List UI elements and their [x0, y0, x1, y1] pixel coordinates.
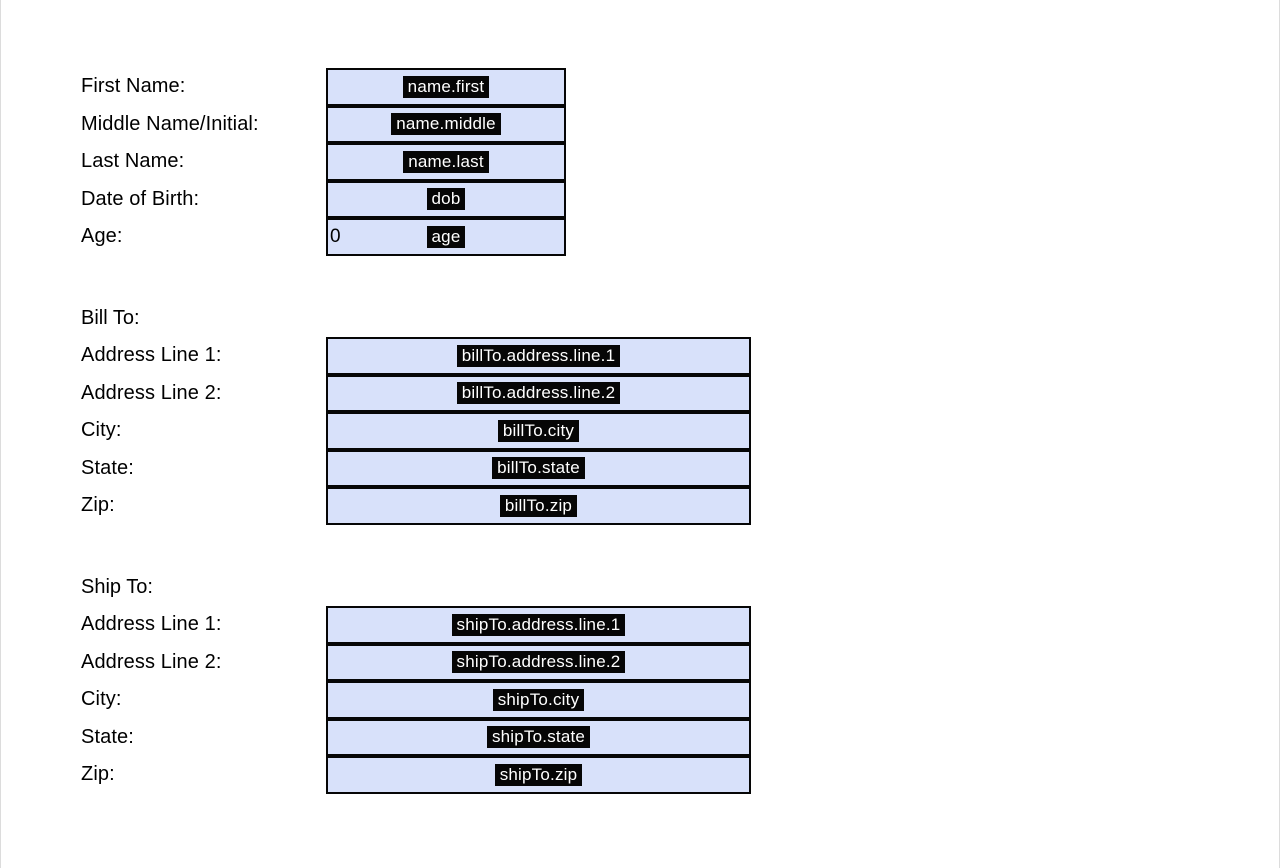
binding-dob: dob — [427, 188, 466, 210]
row-billto-line2: Address Line 2: billTo.address.line.2 — [81, 375, 1279, 413]
field-last-name[interactable]: name.last — [326, 143, 566, 181]
label-billto-line2: Address Line 2: — [81, 382, 326, 405]
field-dob[interactable]: dob — [326, 181, 566, 219]
label-billto-city: City: — [81, 419, 326, 442]
binding-billto-zip: billTo.zip — [500, 495, 577, 517]
row-shipto-line2: Address Line 2: shipTo.address.line.2 — [81, 644, 1279, 682]
label-middle-name: Middle Name/Initial: — [81, 113, 326, 136]
binding-billto-line2: billTo.address.line.2 — [457, 382, 621, 404]
row-dob: Date of Birth: dob — [81, 181, 1279, 219]
row-shipto-zip: Zip: shipTo.zip — [81, 756, 1279, 794]
label-first-name: First Name: — [81, 75, 326, 98]
bill-to-title: Bill To: — [81, 300, 1279, 338]
label-shipto-city: City: — [81, 688, 326, 711]
row-billto-city: City: billTo.city — [81, 412, 1279, 450]
binding-shipto-line2: shipTo.address.line.2 — [452, 651, 626, 673]
binding-age: age — [427, 226, 466, 248]
label-billto-state: State: — [81, 457, 326, 480]
row-billto-zip: Zip: billTo.zip — [81, 487, 1279, 525]
field-billto-zip[interactable]: billTo.zip — [326, 487, 751, 525]
field-billto-line1[interactable]: billTo.address.line.1 — [326, 337, 751, 375]
label-age: Age: — [81, 225, 326, 248]
ship-to-title: Ship To: — [81, 569, 1279, 607]
field-shipto-city[interactable]: shipTo.city — [326, 681, 751, 719]
field-shipto-state[interactable]: shipTo.state — [326, 719, 751, 757]
field-first-name[interactable]: name.first — [326, 68, 566, 106]
field-shipto-line1[interactable]: shipTo.address.line.1 — [326, 606, 751, 644]
label-shipto-line1: Address Line 1: — [81, 613, 326, 636]
binding-shipto-state: shipTo.state — [487, 726, 590, 748]
label-last-name: Last Name: — [81, 150, 326, 173]
ship-to-block: Ship To: Address Line 1: shipTo.address.… — [81, 569, 1279, 794]
binding-shipto-zip: shipTo.zip — [495, 764, 583, 786]
bill-to-block: Bill To: Address Line 1: billTo.address.… — [81, 300, 1279, 525]
row-shipto-city: City: shipTo.city — [81, 681, 1279, 719]
label-shipto-zip: Zip: — [81, 763, 326, 786]
row-middle-name: Middle Name/Initial: name.middle — [81, 106, 1279, 144]
binding-shipto-line1: shipTo.address.line.1 — [452, 614, 626, 636]
label-shipto-line2: Address Line 2: — [81, 651, 326, 674]
row-shipto-line1: Address Line 1: shipTo.address.line.1 — [81, 606, 1279, 644]
field-shipto-zip[interactable]: shipTo.zip — [326, 756, 751, 794]
age-default-value: 0 — [330, 226, 341, 248]
binding-last-name: name.last — [403, 151, 489, 173]
row-last-name: Last Name: name.last — [81, 143, 1279, 181]
binding-shipto-city: shipTo.city — [493, 689, 585, 711]
person-block: First Name: name.first Middle Name/Initi… — [81, 68, 1279, 256]
label-billto-zip: Zip: — [81, 494, 326, 517]
binding-billto-city: billTo.city — [498, 420, 579, 442]
row-first-name: First Name: name.first — [81, 68, 1279, 106]
form-template-page: First Name: name.first Middle Name/Initi… — [0, 0, 1280, 868]
label-billto-line1: Address Line 1: — [81, 344, 326, 367]
label-shipto-state: State: — [81, 726, 326, 749]
row-billto-line1: Address Line 1: billTo.address.line.1 — [81, 337, 1279, 375]
row-age: Age: 0 age — [81, 218, 1279, 256]
row-shipto-state: State: shipTo.state — [81, 719, 1279, 757]
binding-billto-line1: billTo.address.line.1 — [457, 345, 621, 367]
field-shipto-line2[interactable]: shipTo.address.line.2 — [326, 644, 751, 682]
field-age[interactable]: 0 age — [326, 218, 566, 256]
field-billto-city[interactable]: billTo.city — [326, 412, 751, 450]
field-billto-line2[interactable]: billTo.address.line.2 — [326, 375, 751, 413]
binding-middle-name: name.middle — [391, 113, 501, 135]
field-billto-state[interactable]: billTo.state — [326, 450, 751, 488]
binding-first-name: name.first — [403, 76, 490, 98]
row-billto-state: State: billTo.state — [81, 450, 1279, 488]
binding-billto-state: billTo.state — [492, 457, 585, 479]
label-dob: Date of Birth: — [81, 188, 326, 211]
field-middle-name[interactable]: name.middle — [326, 106, 566, 144]
